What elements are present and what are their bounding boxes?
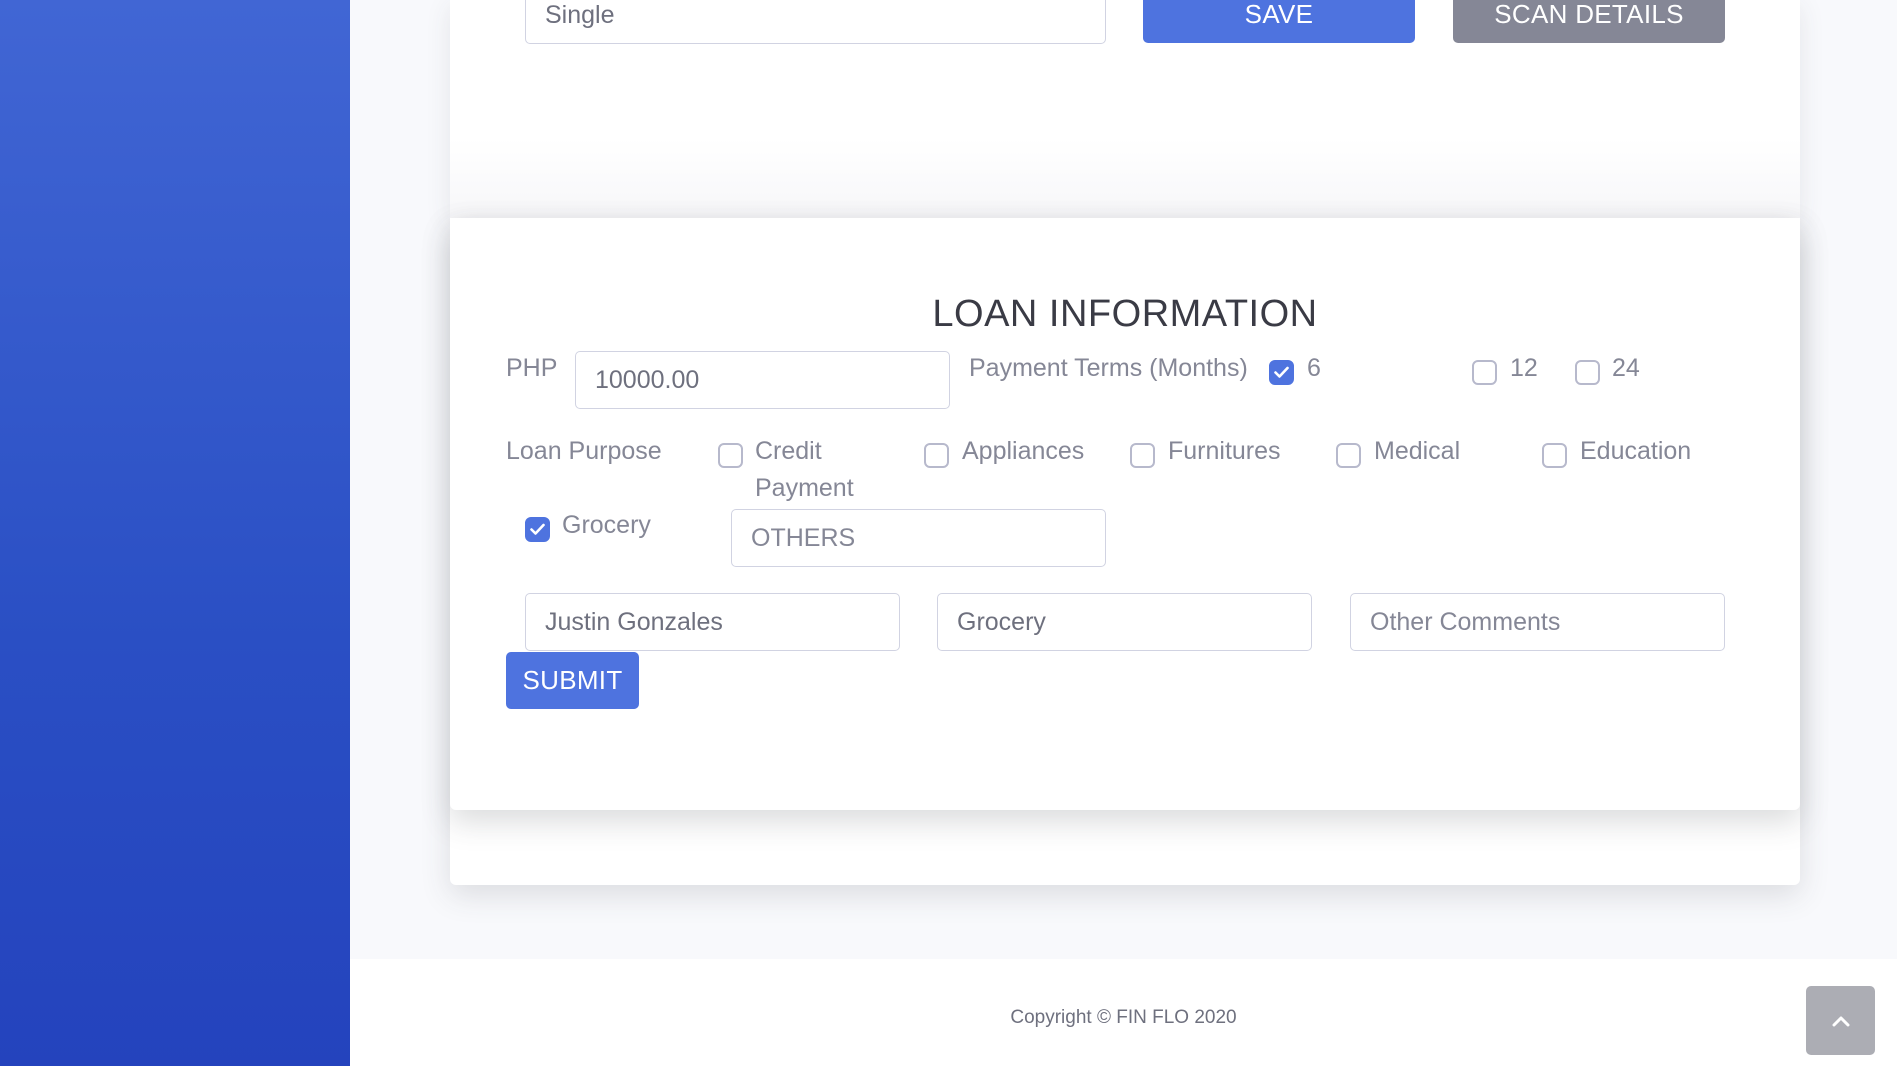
check-icon [1274, 366, 1289, 378]
term-6-checkbox[interactable] [1269, 360, 1294, 385]
submit-button-label: SUBMIT [522, 665, 623, 695]
borrower-name-input[interactable]: Justin Gonzales [525, 593, 900, 651]
purpose-credit-payment-label-line1: Credit [755, 437, 822, 465]
term-6-label: 6 [1307, 354, 1321, 382]
loan-information-card: LOAN INFORMATION PHP 10000.00 Payment Te… [450, 218, 1800, 810]
purpose-furnitures-label: Furnitures [1168, 437, 1281, 465]
other-comments-placeholder: Other Comments [1370, 607, 1561, 636]
term-24-checkbox[interactable] [1575, 360, 1600, 385]
purpose-credit-payment-label-line2: Payment [755, 474, 854, 502]
civil-status-value: Single [545, 0, 615, 29]
personal-info-card: Single SAVE SCAN DETAILS [450, 0, 1800, 218]
scan-details-button-label: SCAN DETAILS [1494, 0, 1684, 29]
term-24-label: 24 [1612, 354, 1640, 382]
save-button[interactable]: SAVE [1143, 0, 1415, 43]
copyright-text: Copyright © FIN FLO 2020 [1010, 1007, 1237, 1028]
purpose-furnitures-checkbox[interactable] [1130, 443, 1155, 468]
loan-amount-value: 10000.00 [595, 365, 700, 394]
scan-details-button[interactable]: SCAN DETAILS [1453, 0, 1725, 43]
others-purpose-placeholder: OTHERS [751, 523, 856, 552]
loan-purpose-label: Loan Purpose [506, 437, 662, 465]
footer: Copyright © FIN FLO 2020 [350, 959, 1897, 1066]
others-purpose-input[interactable]: OTHERS [731, 509, 1106, 567]
currency-label: PHP [506, 354, 558, 382]
save-button-label: SAVE [1244, 0, 1314, 29]
payment-terms-label: Payment Terms (Months) [969, 354, 1248, 382]
term-12-checkbox[interactable] [1472, 360, 1497, 385]
purpose-appliances-checkbox[interactable] [924, 443, 949, 468]
check-icon [530, 523, 545, 535]
loan-amount-input[interactable]: 10000.00 [575, 351, 950, 409]
purpose-education-label: Education [1580, 437, 1692, 465]
card-fade [450, 138, 1800, 218]
page: Single SAVE SCAN DETAILS LOAN INFORMATIO… [0, 0, 1897, 1066]
other-comments-input[interactable]: Other Comments [1350, 593, 1725, 651]
submit-button[interactable]: SUBMIT [506, 652, 639, 709]
purpose-medical-checkbox[interactable] [1336, 443, 1361, 468]
scroll-to-top-button[interactable] [1806, 986, 1875, 1055]
purpose-medical-label: Medical [1374, 437, 1461, 465]
civil-status-field[interactable]: Single [525, 0, 1106, 44]
purpose-grocery-checkbox[interactable] [525, 517, 550, 542]
term-12-label: 12 [1510, 354, 1538, 382]
loan-information-heading: LOAN INFORMATION [932, 293, 1318, 335]
purpose-grocery-label: Grocery [562, 511, 651, 539]
purpose-appliances-label: Appliances [962, 437, 1085, 465]
borrower-name-value: Justin Gonzales [545, 607, 723, 636]
purpose-summary-input[interactable]: Grocery [937, 593, 1312, 651]
main-content: Single SAVE SCAN DETAILS LOAN INFORMATIO… [350, 0, 1897, 1066]
purpose-education-checkbox[interactable] [1542, 443, 1567, 468]
purpose-summary-value: Grocery [957, 607, 1046, 636]
chevron-up-icon [1832, 1016, 1849, 1026]
sidebar [0, 0, 350, 1066]
purpose-credit-payment-checkbox[interactable] [718, 443, 743, 468]
